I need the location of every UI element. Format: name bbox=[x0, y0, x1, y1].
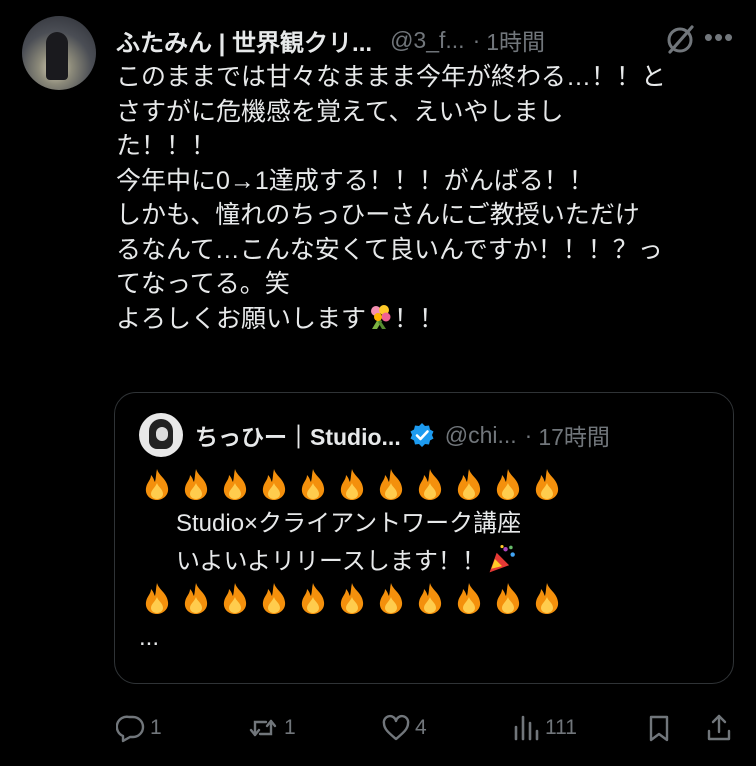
fire-emoji-icon bbox=[457, 583, 481, 614]
fire-emoji-icon bbox=[184, 469, 208, 500]
quoted-tweet[interactable]: ちっひー｜Studio... @chi... · 17時間 Studio×クライ… bbox=[114, 392, 734, 684]
header-separator: · bbox=[472, 26, 481, 53]
fire-emoji-icon bbox=[418, 469, 442, 500]
quoted-time[interactable]: 17時間 bbox=[538, 418, 610, 452]
verified-badge-icon bbox=[410, 423, 434, 447]
party-popper-emoji-icon bbox=[489, 544, 515, 573]
fire-emoji-icon bbox=[262, 583, 286, 614]
author-name[interactable]: ふたみん | 世界観クリ... bbox=[116, 23, 372, 58]
avatar-face bbox=[156, 427, 168, 441]
reply-icon bbox=[116, 715, 145, 743]
fire-emoji-icon bbox=[184, 583, 208, 614]
fire-emoji-icon bbox=[496, 583, 520, 614]
fire-emoji-icon bbox=[418, 583, 442, 614]
like-button[interactable]: 4 bbox=[381, 708, 427, 748]
tweet-line: 今年中に0→1達成する！！！がんばる！！ bbox=[116, 166, 594, 195]
tweet-line: よろしくお願いします ！！ bbox=[116, 302, 736, 337]
like-count: 4 bbox=[415, 716, 427, 739]
tweet-line: さすがに危機感を覚えて、えいやしまし bbox=[116, 97, 564, 126]
retweet-button[interactable]: 1 bbox=[246, 708, 296, 748]
views-icon bbox=[514, 715, 539, 741]
fire-emoji-icon bbox=[145, 583, 169, 614]
share-icon bbox=[707, 714, 731, 741]
fire-emoji-icon bbox=[223, 469, 247, 500]
bookmark-icon bbox=[649, 715, 669, 742]
fire-emoji-icon bbox=[457, 469, 481, 500]
tweet-line-text: ！！ bbox=[394, 304, 445, 333]
retweet-icon bbox=[249, 719, 277, 737]
views-button[interactable]: 111 bbox=[511, 708, 577, 748]
fire-emoji-icon bbox=[340, 583, 364, 614]
tweet-header: ふたみん | 世界観クリ... @3_f... · 1時間 bbox=[116, 20, 736, 60]
fire-emoji-icon bbox=[379, 469, 403, 500]
retweet-count: 1 bbox=[284, 716, 296, 739]
quoted-line-text: いよいよリリースします！！ bbox=[176, 548, 486, 575]
fire-emoji-icon bbox=[301, 469, 325, 500]
fire-emoji-icon bbox=[145, 469, 169, 500]
fire-emoji-icon bbox=[301, 583, 325, 614]
action-bar: 1 1 4 111 bbox=[116, 708, 736, 748]
quoted-line: Studio×クライアントワーク講座 bbox=[176, 510, 522, 537]
tweet-line: た！！！ bbox=[116, 132, 217, 160]
quoted-author-handle[interactable]: @chi... bbox=[445, 422, 517, 449]
fire-emoji-icon bbox=[223, 583, 247, 614]
fire-emoji-icon bbox=[379, 583, 403, 614]
more-icon[interactable]: ••• bbox=[702, 22, 736, 58]
views-count: 111 bbox=[545, 716, 577, 739]
quoted-text: Studio×クライアントワーク講座 いよいよリリースします！！ ... bbox=[139, 467, 719, 657]
tweet-text: このままでは甘々なままま今年が終わる…！！と さすがに危機感を覚えて、えいやしま… bbox=[116, 60, 736, 336]
fire-emoji-icon bbox=[535, 583, 559, 614]
tweet-line-text: よろしくお願いします bbox=[116, 304, 367, 333]
quoted-line: いよいよリリースします！！ bbox=[139, 543, 719, 581]
reply-button[interactable]: 1 bbox=[116, 708, 162, 748]
bookmark-button[interactable] bbox=[644, 708, 674, 748]
quoted-separator: · bbox=[524, 421, 533, 448]
fire-emoji-icon bbox=[535, 469, 559, 500]
fire-emoji-icon bbox=[262, 469, 286, 500]
reply-count: 1 bbox=[150, 716, 162, 739]
fire-emoji-row bbox=[139, 581, 719, 619]
fire-emoji-icon bbox=[496, 469, 520, 500]
quoted-author-avatar[interactable] bbox=[139, 413, 183, 457]
quoted-ellipsis: ... bbox=[139, 624, 160, 651]
heart-icon bbox=[382, 714, 410, 741]
quoted-header: ちっひー｜Studio... @chi... · 17時間 bbox=[195, 415, 713, 455]
fire-emoji-icon bbox=[340, 469, 364, 500]
avatar-figure bbox=[46, 32, 68, 80]
tweet-line: しかも、憧れのちっひーさんにご教授いただけ bbox=[116, 201, 640, 229]
grok-icon[interactable] bbox=[662, 22, 698, 58]
tweet-time[interactable]: 1時間 bbox=[486, 23, 545, 57]
author-handle[interactable]: @3_f... bbox=[390, 27, 465, 54]
author-avatar[interactable] bbox=[22, 16, 96, 90]
fire-emoji-row bbox=[139, 467, 719, 505]
tweet-line: るなんて…こんな安くて良いんですか！！！？っ bbox=[116, 235, 663, 264]
tweet-line: てなってる。笑 bbox=[116, 270, 290, 298]
tweet-line: このままでは甘々なままま今年が終わる…！！と bbox=[116, 63, 667, 91]
quoted-author-name[interactable]: ちっひー｜Studio... bbox=[195, 418, 401, 452]
share-button[interactable] bbox=[704, 708, 734, 748]
bouquet-emoji-icon bbox=[371, 304, 391, 329]
